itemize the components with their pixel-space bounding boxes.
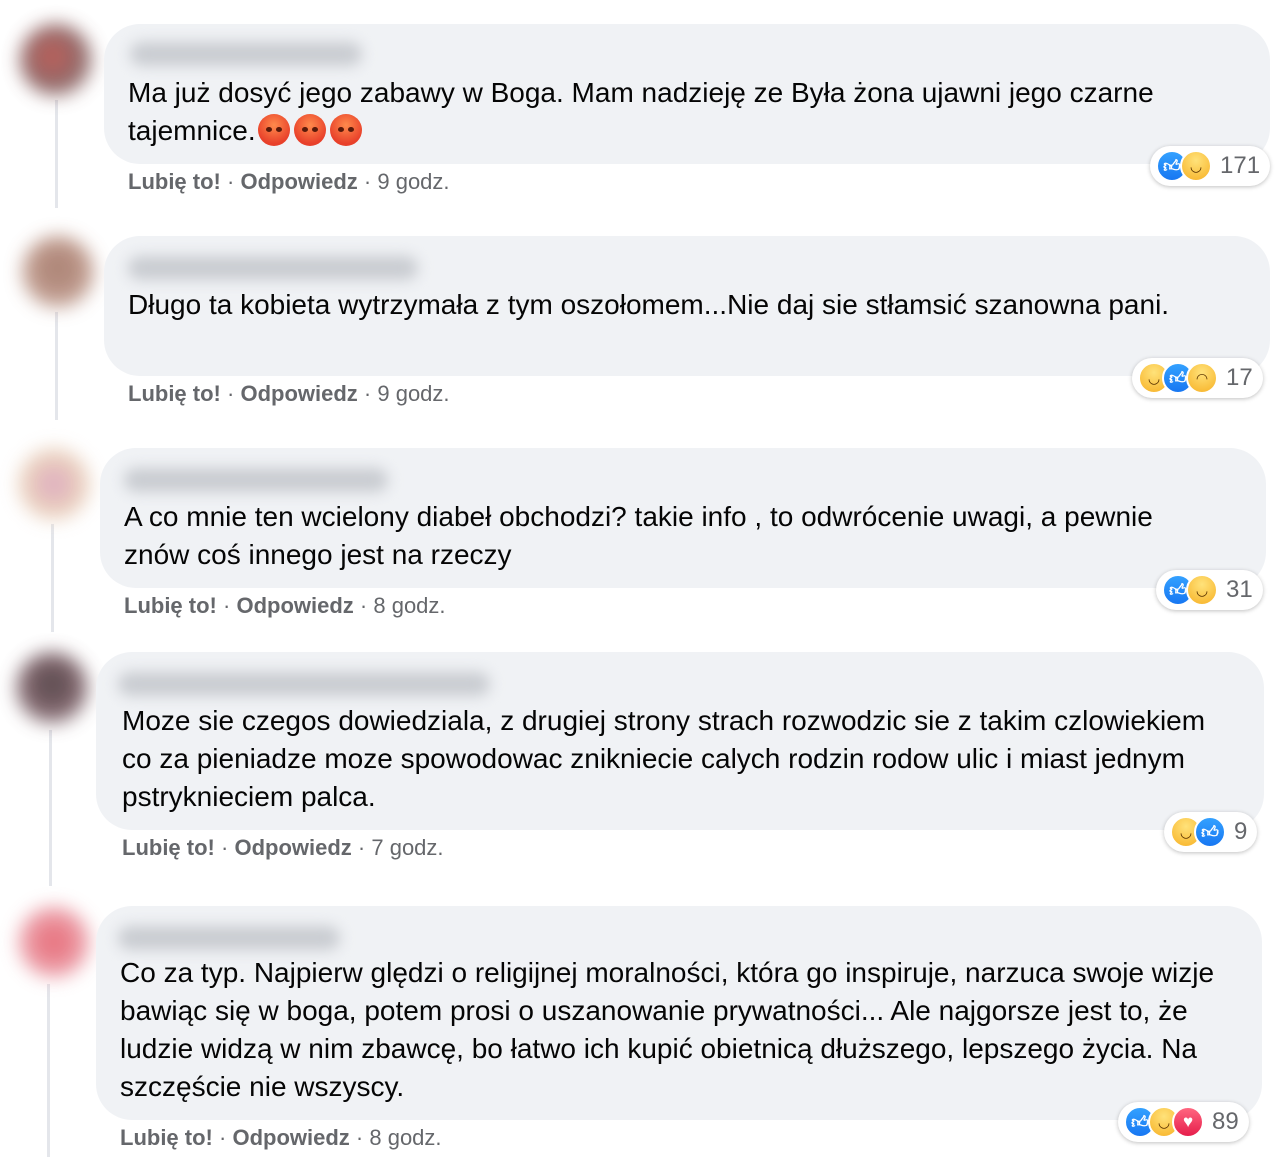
comment-text: Ma już dosyć jego zabawy w Boga. Mam nad… (128, 74, 1258, 150)
love-reaction-icon: ♥ (1172, 1106, 1204, 1138)
comment-text-content: Moze sie czegos dowiedziala, z drugiej s… (122, 705, 1206, 812)
emoji-group (257, 114, 366, 146)
avatar[interactable] (16, 652, 88, 724)
timestamp[interactable]: 9 godz. (377, 169, 449, 194)
reaction-count: 9 (1234, 818, 1248, 845)
separator: · (223, 593, 231, 618)
comment-actions: Lubię to! · Odpowiedz · 9 godz. (128, 168, 450, 196)
reaction-count: 89 (1212, 1108, 1239, 1135)
thread-line (49, 730, 52, 886)
reaction-summary[interactable]: ◡ 👍︎ 9 (1164, 812, 1258, 852)
reaction-count: 31 (1226, 576, 1253, 603)
thread-line (55, 312, 58, 420)
avatar[interactable] (20, 24, 92, 96)
reaction-summary[interactable]: ◡ 👍︎ ◠ 17 (1132, 358, 1263, 398)
comment-bubble: Moze sie czegos dowiedziala, z drugiej s… (96, 652, 1264, 830)
reply-button[interactable]: Odpowiedz (232, 1125, 349, 1150)
comment-text: Moze sie czegos dowiedziala, z drugiej s… (122, 702, 1232, 816)
separator: · (219, 1125, 227, 1150)
reaction-summary[interactable]: 👍︎ ◡ ♥ 89 (1118, 1102, 1249, 1142)
separator: · (355, 1125, 364, 1150)
like-button[interactable]: Lubię to! (128, 169, 221, 194)
angry-face-icon (257, 114, 290, 146)
author-name-redacted[interactable] (128, 256, 418, 280)
author-name-redacted[interactable] (118, 926, 340, 950)
reply-button[interactable]: Odpowiedz (234, 835, 351, 860)
separator: · (227, 169, 235, 194)
timestamp[interactable]: 8 godz. (369, 1125, 441, 1150)
like-button[interactable]: Lubię to! (122, 835, 215, 860)
comment-bubble: Co za typ. Najpierw ględzi o religijnej … (96, 906, 1262, 1120)
reply-button[interactable]: Odpowiedz (236, 593, 353, 618)
thread-line (55, 100, 58, 208)
reply-button[interactable]: Odpowiedz (240, 381, 357, 406)
comment-bubble: A co mnie ten wcielony diabeł obchodzi? … (100, 448, 1266, 588)
like-button[interactable]: Lubię to! (124, 593, 217, 618)
like-button[interactable]: Lubię to! (120, 1125, 213, 1150)
comment-bubble: Ma już dosyć jego zabawy w Boga. Mam nad… (104, 24, 1270, 164)
sad-reaction-icon: ◠ (1186, 362, 1218, 394)
reaction-count: 17 (1226, 364, 1253, 391)
angry-face-icon (329, 114, 362, 146)
separator: · (363, 381, 372, 406)
timestamp[interactable]: 8 godz. (373, 593, 445, 618)
author-name-redacted[interactable] (118, 672, 490, 696)
comment-actions: Lubię to! · Odpowiedz · 7 godz. (122, 834, 444, 862)
separator: · (363, 169, 372, 194)
comment-actions: Lubię to! · Odpowiedz · 9 godz. (128, 380, 450, 408)
like-button[interactable]: Lubię to! (128, 381, 221, 406)
reaction-summary[interactable]: 👍︎ ◡ 171 (1150, 146, 1271, 186)
comment-text: Co za typ. Najpierw ględzi o religijnej … (120, 954, 1220, 1106)
comment-text-content: Długo ta kobieta wytrzymała z tym oszoło… (128, 289, 1170, 320)
comment-text-content: A co mnie ten wcielony diabeł obchodzi? … (124, 501, 1153, 570)
comment-text: A co mnie ten wcielony diabeł obchodzi? … (124, 498, 1224, 574)
haha-reaction-icon: ◡ (1186, 574, 1218, 606)
thread-line (51, 524, 54, 632)
angry-face-icon (293, 114, 326, 146)
avatar[interactable] (22, 236, 94, 308)
like-reaction-icon: 👍︎ (1194, 816, 1226, 848)
comment-text-content: Co za typ. Najpierw ględzi o religijnej … (120, 957, 1215, 1102)
comment-text: Długo ta kobieta wytrzymała z tym oszoło… (128, 286, 1248, 324)
comment-bubble: Długo ta kobieta wytrzymała z tym oszoło… (104, 236, 1270, 376)
reply-button[interactable]: Odpowiedz (240, 169, 357, 194)
separator: · (359, 593, 368, 618)
author-name-redacted[interactable] (124, 468, 388, 492)
author-name-redacted[interactable] (130, 42, 362, 66)
separator: · (221, 835, 229, 860)
reaction-summary[interactable]: 👍︎ ◡ 31 (1156, 570, 1263, 610)
timestamp[interactable]: 9 godz. (377, 381, 449, 406)
comment-actions: Lubię to! · Odpowiedz · 8 godz. (124, 592, 446, 620)
comment-actions: Lubię to! · Odpowiedz · 8 godz. (120, 1124, 442, 1152)
separator: · (227, 381, 235, 406)
avatar[interactable] (18, 448, 90, 520)
avatar[interactable] (18, 906, 90, 978)
haha-reaction-icon: ◡ (1180, 150, 1212, 182)
reaction-count: 171 (1220, 152, 1261, 179)
separator: · (357, 835, 366, 860)
thread-line (47, 984, 50, 1157)
timestamp[interactable]: 7 godz. (371, 835, 443, 860)
